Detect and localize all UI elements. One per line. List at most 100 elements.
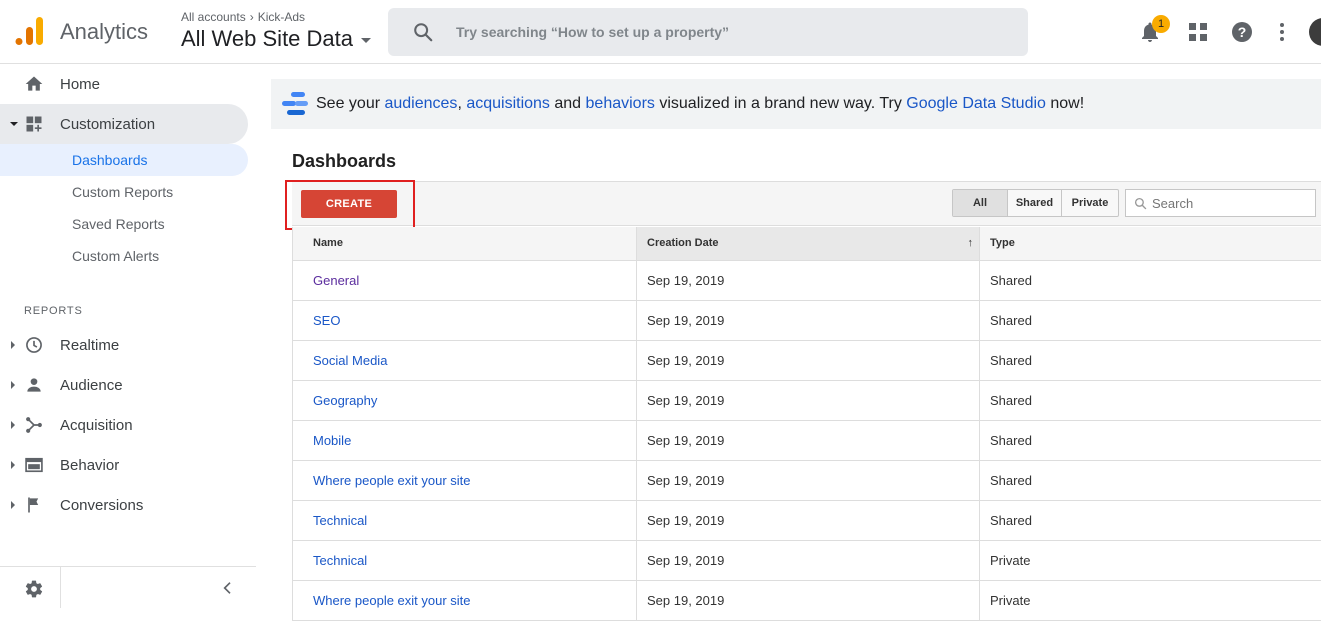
cell-name: Technical <box>293 540 637 580</box>
home-icon <box>24 74 44 94</box>
sidebar-item-label: Realtime <box>60 337 119 354</box>
apps-grid-icon[interactable] <box>1186 20 1210 44</box>
dashboard-link[interactable]: Where people exit your site <box>313 593 471 608</box>
avatar[interactable] <box>1309 18 1321 46</box>
sidebar-subitem-saved-reports[interactable]: Saved Reports <box>0 208 248 240</box>
column-header-type[interactable]: Type <box>980 227 1321 260</box>
table-row: MobileSep 19, 2019Shared <box>293 420 1321 460</box>
dashboard-link[interactable]: General <box>313 273 359 288</box>
analytics-logo-icon[interactable] <box>14 15 44 47</box>
cell-name: Mobile <box>293 420 637 460</box>
sidebar-subitem-custom-alerts[interactable]: Custom Alerts <box>0 240 248 272</box>
clock-icon <box>24 335 44 355</box>
sidebar-subitem-label: Saved Reports <box>72 216 165 232</box>
expand-right-icon <box>11 501 15 509</box>
cell-type: Shared <box>980 500 1321 540</box>
sort-ascending-icon: ↑ <box>968 237 974 249</box>
breadcrumb-all-accounts: All accounts <box>181 10 246 24</box>
column-header-label: Creation Date <box>647 237 719 249</box>
behaviors-link[interactable]: behaviors <box>586 95 655 112</box>
cell-type: Private <box>980 580 1321 620</box>
sidebar-item-audience[interactable]: Audience <box>0 365 248 405</box>
dashboard-link[interactable]: SEO <box>313 313 340 328</box>
banner-text-post: visualized in a brand new way. Try <box>655 95 906 112</box>
sidebar-footer <box>0 566 256 607</box>
search-icon <box>412 21 434 43</box>
expand-right-icon <box>11 421 15 429</box>
search-placeholder: Try searching “How to set up a property” <box>456 24 729 40</box>
table-row: Social Media Sep 19, 2019Shared <box>293 340 1321 380</box>
column-header-label: Name <box>313 237 343 249</box>
table-header-row: Name Creation Date ↑ Type <box>293 227 1321 260</box>
sidebar-subitem-custom-reports[interactable]: Custom Reports <box>0 176 248 208</box>
column-header-creation-date[interactable]: Creation Date ↑ <box>637 227 980 260</box>
sidebar-subitem-label: Custom Reports <box>72 184 173 200</box>
sidebar-item-label: Acquisition <box>60 417 133 434</box>
column-header-label: Type <box>990 237 1015 249</box>
page-title: Dashboards <box>292 151 396 172</box>
help-icon[interactable]: ? <box>1230 20 1254 44</box>
dashboard-link[interactable]: Mobile <box>313 433 351 448</box>
dashboard-link[interactable]: Where people exit your site <box>313 473 471 488</box>
cell-creation-date: Sep 19, 2019 <box>637 300 980 340</box>
behavior-icon <box>24 455 44 475</box>
cell-name: Where people exit your site <box>293 580 637 620</box>
acquisitions-link[interactable]: acquisitions <box>466 95 550 112</box>
dashboard-link[interactable]: Geography <box>313 393 377 408</box>
filter-private-button[interactable]: Private <box>1062 190 1118 216</box>
data-studio-banner: See your audiences, acquisitions and beh… <box>271 79 1321 129</box>
cell-type: Shared <box>980 340 1321 380</box>
expand-down-icon <box>10 122 18 126</box>
dashboard-link[interactable]: Technical <box>313 553 367 568</box>
app-name: Analytics <box>60 19 148 45</box>
cell-name: SEO <box>293 300 637 340</box>
expand-right-icon <box>11 341 15 349</box>
cell-type: Private <box>980 540 1321 580</box>
sidebar-item-realtime[interactable]: Realtime <box>0 325 248 365</box>
cell-name: Where people exit your site <box>293 460 637 500</box>
sidebar-subitem-dashboards[interactable]: Dashboards <box>0 144 248 176</box>
cell-name: Geography <box>293 380 637 420</box>
cell-creation-date: Sep 19, 2019 <box>637 340 980 380</box>
cell-creation-date: Sep 19, 2019 <box>637 540 980 580</box>
sidebar-subitem-label: Custom Alerts <box>72 248 159 264</box>
table-row: Geography Sep 19, 2019Shared <box>293 380 1321 420</box>
dashboard-search-input[interactable]: Search <box>1125 189 1316 217</box>
search-placeholder: Search <box>1152 196 1193 211</box>
banner-text-mid: and <box>550 95 586 112</box>
data-studio-link[interactable]: Google Data Studio <box>906 95 1046 112</box>
banner-text-sep: , <box>457 95 466 112</box>
create-button[interactable]: CREATE <box>301 190 397 218</box>
filter-shared-button[interactable]: Shared <box>1008 190 1062 216</box>
collapse-sidebar-icon[interactable] <box>220 580 236 596</box>
cell-creation-date: Sep 19, 2019 <box>637 260 980 300</box>
account-selector[interactable]: All accounts›Kick-Ads All Web Site Data <box>181 10 371 52</box>
sidebar-item-behavior[interactable]: Behavior <box>0 445 248 485</box>
table-row: Where people exit your siteSep 19, 2019S… <box>293 460 1321 500</box>
sidebar-item-customization[interactable]: Customization <box>0 104 248 144</box>
global-search-bar[interactable]: Try searching “How to set up a property” <box>388 8 1028 56</box>
main-content: See your audiences, acquisitions and beh… <box>271 64 1321 607</box>
cell-creation-date: Sep 19, 2019 <box>637 460 980 500</box>
sidebar-item-conversions[interactable]: Conversions <box>0 485 248 525</box>
cell-creation-date: Sep 19, 2019 <box>637 580 980 620</box>
sidebar-item-home[interactable]: Home <box>0 64 248 104</box>
dashboard-link[interactable]: Technical <box>313 513 367 528</box>
view-name[interactable]: All Web Site Data <box>181 26 371 52</box>
cell-type: Shared <box>980 380 1321 420</box>
filter-all-button[interactable]: All <box>953 190 1008 216</box>
notification-badge: 1 <box>1152 15 1170 33</box>
audiences-link[interactable]: audiences <box>384 95 457 112</box>
more-vert-icon[interactable] <box>1270 20 1294 44</box>
cell-creation-date: Sep 19, 2019 <box>637 380 980 420</box>
dashboard-link[interactable]: Social Media <box>313 353 387 368</box>
sidebar-item-acquisition[interactable]: Acquisition <box>0 405 248 445</box>
table-row: SEOSep 19, 2019Shared <box>293 300 1321 340</box>
column-header-name[interactable]: Name <box>293 227 637 260</box>
footer-divider <box>60 567 61 608</box>
table-row: Technical Sep 19, 2019Private <box>293 540 1321 580</box>
banner-text-end: now! <box>1046 95 1084 112</box>
gear-icon[interactable] <box>24 579 44 599</box>
sidebar-item-label: Customization <box>60 116 155 133</box>
cell-name: Social Media <box>293 340 637 380</box>
